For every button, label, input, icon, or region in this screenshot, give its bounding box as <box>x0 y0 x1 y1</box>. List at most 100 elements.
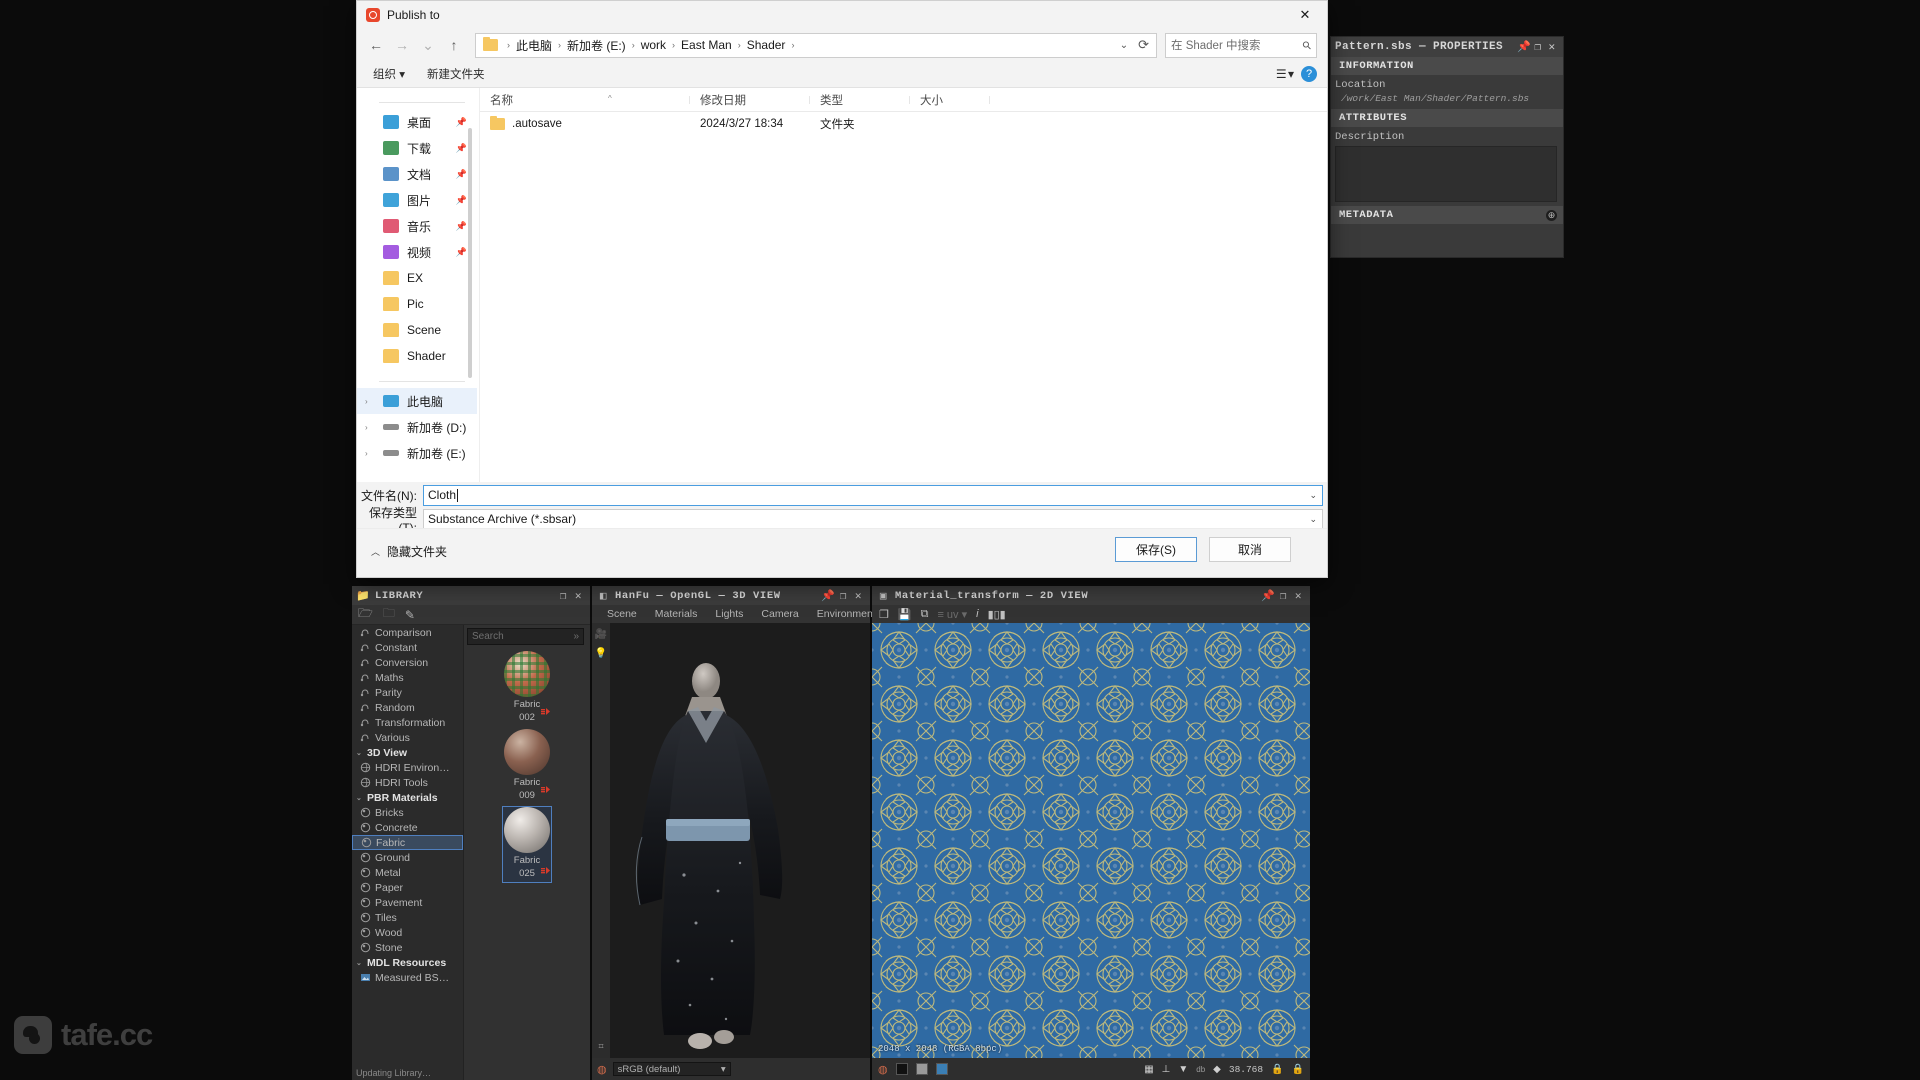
library-tree-item-paper[interactable]: Paper <box>352 880 463 895</box>
breadcrumb-segment[interactable]: 新加卷 (E:) <box>566 37 627 54</box>
pin-icon[interactable]: 📌 <box>456 195 467 206</box>
recent-locations-button[interactable]: ⌄ <box>415 32 441 58</box>
section-attributes[interactable]: ATTRIBUTES <box>1331 109 1563 127</box>
library-tree-item-fabric[interactable]: Fabric <box>352 835 463 850</box>
search-box[interactable]: 在 Shader 中搜索 ⚲ <box>1165 32 1317 58</box>
organize-button[interactable]: 组织 ▾ <box>373 66 405 82</box>
section-metadata[interactable]: METADATA ⊕ <box>1331 206 1563 224</box>
chevron-down-icon[interactable]: ⌄ <box>1309 490 1317 501</box>
chevron-right-icon[interactable]: › <box>365 449 368 458</box>
nav-item-文档[interactable]: 文档 📌 <box>357 161 477 187</box>
material-icon[interactable]: ◍ <box>597 1063 607 1076</box>
library-search-input[interactable]: Search » <box>467 628 584 645</box>
pin-icon[interactable]: 📌 <box>456 247 467 258</box>
library-tree-item-pbr-materials[interactable]: ⌄ PBR Materials <box>352 790 463 805</box>
tab-materials[interactable]: Materials <box>646 608 707 620</box>
edit-pencil-icon[interactable]: ✎ <box>405 608 415 622</box>
light-icon[interactable]: 💡 <box>592 640 610 659</box>
nav-item-Scene[interactable]: Scene <box>357 317 477 343</box>
histogram-icon[interactable]: ▮▯▮ <box>988 608 1006 621</box>
breadcrumb[interactable]: › 此电脑 › 新加卷 (E:) › work › East Man › Shader › ⌄ ⟳ <box>475 32 1157 58</box>
close-icon[interactable]: ✕ <box>1291 589 1306 603</box>
pin-icon[interactable]: 📌 <box>1261 589 1276 603</box>
column-date[interactable]: 修改日期 <box>690 92 810 108</box>
nav-item-图片[interactable]: 图片 📌 <box>357 187 477 213</box>
close-icon[interactable]: ✕ <box>1545 40 1559 54</box>
forward-button[interactable]: → <box>389 32 415 58</box>
savetype-select[interactable]: Substance Archive (*.sbsar) ⌄ <box>423 508 1323 530</box>
info-icon[interactable]: i <box>976 608 978 620</box>
uv-icon[interactable]: ≡ uv ▾ <box>937 608 967 621</box>
swatch-blue[interactable] <box>935 1063 948 1075</box>
chevron-down-icon[interactable]: ⌄ <box>356 794 363 802</box>
maximize-icon[interactable]: ❐ <box>556 589 571 603</box>
maximize-icon[interactable]: ❐ <box>836 589 851 603</box>
refresh-icon[interactable]: ⟳ <box>1134 37 1152 53</box>
close-icon[interactable]: ✕ <box>571 589 586 603</box>
chevron-down-icon[interactable]: ⌄ <box>356 749 363 757</box>
swatch-black[interactable] <box>895 1063 908 1075</box>
save-icon[interactable]: 💾 <box>898 608 912 621</box>
library-tree-item-bricks[interactable]: Bricks <box>352 805 463 820</box>
colorspace-select[interactable]: sRGB (default) ▾ <box>612 1062 731 1076</box>
help-button[interactable]: ? <box>1301 66 1317 82</box>
nav-item-下载[interactable]: 下载 📌 <box>357 135 477 161</box>
material-icon[interactable]: ◍ <box>878 1063 888 1076</box>
breadcrumb-segment[interactable]: work <box>640 38 667 52</box>
column-type[interactable]: 类型 <box>810 92 910 108</box>
zoom-value[interactable]: 38.768 <box>1229 1064 1263 1075</box>
library-tree-item-pavement[interactable]: Pavement <box>352 895 463 910</box>
pin-icon[interactable]: 📌 <box>456 143 467 154</box>
view2d-canvas[interactable] <box>872 623 1310 1058</box>
breadcrumb-dropdown-icon[interactable]: ⌄ <box>1114 40 1134 51</box>
swatch-grey[interactable] <box>915 1063 928 1075</box>
column-size[interactable]: 大小 <box>910 92 990 108</box>
library-tree-item-measured-bs-[interactable]: Measured BS… <box>352 970 463 985</box>
library-tree-item-maths[interactable]: Maths <box>352 670 463 685</box>
pin-icon[interactable]: 📌 <box>456 221 467 232</box>
library-tree-item-comparison[interactable]: Comparison <box>352 625 463 640</box>
up-button[interactable]: ↑ <box>441 32 467 58</box>
library-item[interactable]: Fabric 025 <box>502 806 552 883</box>
library-tree-item-constant[interactable]: Constant <box>352 640 463 655</box>
pin-icon[interactable]: 📌 <box>456 169 467 180</box>
library-tree-item-concrete[interactable]: Concrete <box>352 820 463 835</box>
nav-item-音乐[interactable]: 音乐 📌 <box>357 213 477 239</box>
pin-icon[interactable]: 📌 <box>456 117 467 128</box>
axis-icon[interactable]: ⌗ <box>592 1041 610 1052</box>
library-tree-item-tiles[interactable]: Tiles <box>352 910 463 925</box>
chevron-right-icon[interactable]: › <box>365 423 368 432</box>
filename-input[interactable]: Cloth ⌄ <box>423 484 1323 506</box>
library-item[interactable]: Fabric 009 <box>503 729 551 801</box>
library-tree-item-conversion[interactable]: Conversion <box>352 655 463 670</box>
chevron-right-icon[interactable]: › <box>365 397 368 406</box>
section-information[interactable]: INFORMATION <box>1331 57 1563 75</box>
import-icon[interactable]: 🗀 <box>383 604 395 625</box>
tab-lights[interactable]: Lights <box>706 608 752 620</box>
cancel-button[interactable]: 取消 <box>1209 537 1291 562</box>
search-input[interactable]: 在 Shader 中搜索 <box>1171 37 1303 53</box>
library-tree[interactable]: Comparison Constant Conversion Maths Parity R… <box>352 625 464 1080</box>
library-tree-item-stone[interactable]: Stone <box>352 940 463 955</box>
pin-icon[interactable]: 📌 <box>1517 40 1531 54</box>
pin-icon[interactable]: 📌 <box>821 589 836 603</box>
maximize-icon[interactable]: ❐ <box>1531 40 1545 54</box>
nav-item-EX[interactable]: EX <box>357 265 477 291</box>
save-button[interactable]: 保存(S) <box>1115 537 1197 562</box>
library-item[interactable]: Fabric 002 <box>503 651 551 723</box>
close-icon[interactable]: ✕ <box>851 589 866 603</box>
grid-icon[interactable]: ▦ <box>1144 1064 1153 1075</box>
channel-label[interactable]: db <box>1196 1065 1205 1074</box>
chevron-down-icon[interactable]: ⌄ <box>356 959 363 967</box>
new-folder-button[interactable]: 新建文件夹 <box>427 66 485 82</box>
alpha-icon[interactable]: ◆ <box>1213 1064 1221 1075</box>
nav-item-Pic[interactable]: Pic <box>357 291 477 317</box>
close-button[interactable]: ✕ <box>1283 1 1327 29</box>
chevron-down-icon[interactable]: ⌄ <box>1309 514 1317 525</box>
library-tree-item-metal[interactable]: Metal <box>352 865 463 880</box>
navigation-scrollbar[interactable] <box>468 128 472 378</box>
tab-camera[interactable]: Camera <box>752 608 807 620</box>
maximize-icon[interactable]: ❐ <box>1276 589 1291 603</box>
new-library-icon[interactable]: 🗁 <box>358 604 373 625</box>
library-tree-item-ground[interactable]: Ground <box>352 850 463 865</box>
